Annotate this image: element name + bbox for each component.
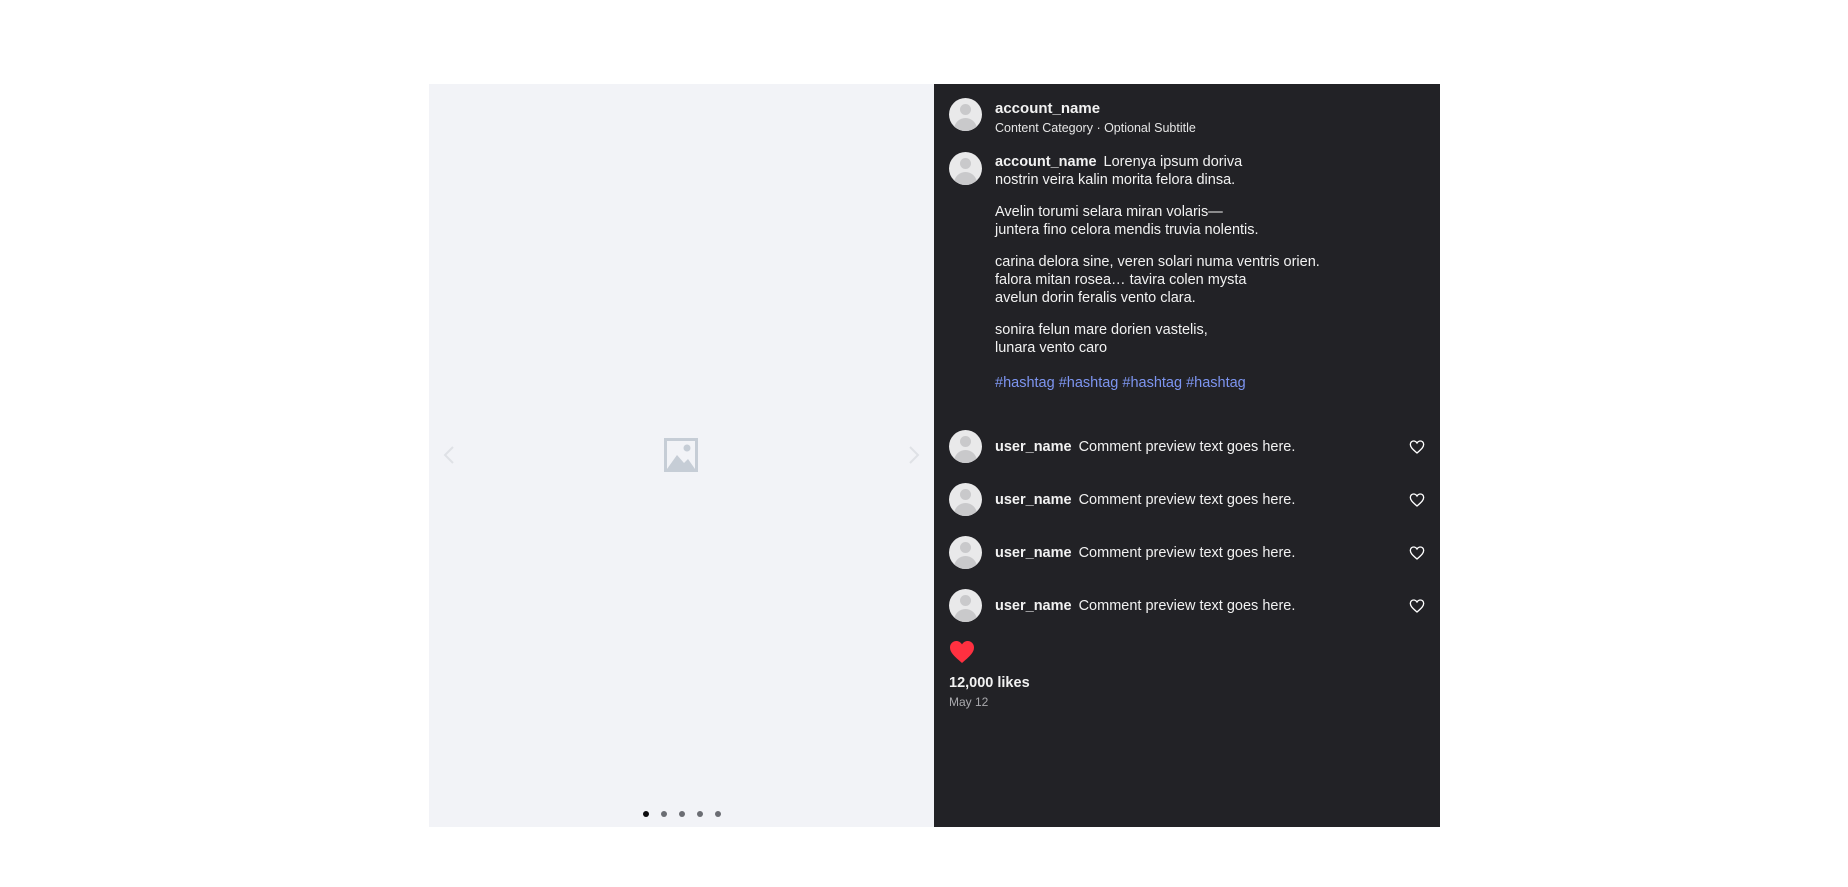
comment-list: user_name Comment preview text goes here.… [949,430,1425,642]
heart-outline-icon[interactable] [1409,598,1425,614]
post-card: account_name Content Category · Optional… [429,84,1440,827]
caption-line: avelun dorin feralis vento clara. [995,290,1196,306]
carousel-dot[interactable] [660,811,667,817]
post-date: May 12 [949,695,989,709]
comment-row: user_name Comment preview text goes here. [949,430,1425,463]
carousel-dot[interactable] [714,811,721,817]
comment-user[interactable]: user_name [995,439,1072,455]
caption-line: nostrin veira kalin morita felora dinsa. [995,172,1236,188]
comment-text: Comment preview text goes here. [1078,491,1296,508]
likes-count[interactable]: 12,000 likes [949,675,1030,691]
comment-text: Comment preview text goes here. [1078,438,1296,455]
caption-paragraph: Avelin torumi selara miran volaris— junt… [995,203,1415,239]
caption-line: juntera fino celora mendis truvia nolent… [995,222,1259,238]
carousel-dot-active[interactable] [642,811,649,817]
avatar[interactable] [949,98,982,131]
comment-user[interactable]: user_name [995,545,1072,561]
caption-line: falora mitan rosea… tavira colen mysta [995,272,1247,288]
caption-account-name[interactable]: account_name [995,154,1097,170]
comment-user[interactable]: user_name [995,492,1072,508]
caption-paragraph: carina delora sine, veren solari numa ve… [995,253,1415,307]
avatar[interactable] [949,536,982,569]
comment-row: user_name Comment preview text goes here. [949,589,1425,622]
chevron-right-icon[interactable] [900,441,928,469]
post-caption: account_name Lorenya ipsum doriva nostrin… [949,152,1415,392]
caption-line: Avelin torumi selara miran volaris— [995,204,1223,220]
comment-row: user_name Comment preview text goes here. [949,483,1425,516]
caption-line: carina delora sine, veren solari numa ve… [995,254,1320,270]
image-placeholder-icon [664,438,698,472]
comment-text: Comment preview text goes here. [1078,597,1296,614]
comment-text: Comment preview text goes here. [1078,544,1296,561]
heart-filled-icon[interactable] [949,640,975,664]
caption-line: lunara vento caro [995,340,1108,356]
post-subtitle: Content Category · Optional Subtitle [995,121,1196,135]
chevron-left-icon[interactable] [435,441,463,469]
post-header: account_name Content Category · Optional… [949,98,1196,136]
media-carousel[interactable] [429,84,934,827]
comment-user[interactable]: user_name [995,598,1072,614]
carousel-dot[interactable] [678,811,685,817]
caption-paragraph: sonira felun mare dorien vastelis, lunar… [995,321,1415,357]
avatar[interactable] [949,430,982,463]
carousel-dot[interactable] [696,811,703,817]
hashtags[interactable]: #hashtag #hashtag #hashtag #hashtag [995,374,1415,392]
heart-outline-icon[interactable] [1409,492,1425,508]
avatar[interactable] [949,152,982,185]
caption-line: Lorenya ipsum doriva [1103,154,1243,170]
heart-outline-icon[interactable] [1409,439,1425,455]
account-name[interactable]: account_name [995,100,1196,118]
avatar[interactable] [949,589,982,622]
comment-row: user_name Comment preview text goes here. [949,536,1425,569]
avatar[interactable] [949,483,982,516]
post-details-panel: account_name Content Category · Optional… [934,84,1440,827]
heart-outline-icon[interactable] [1409,545,1425,561]
caption-line: sonira felun mare dorien vastelis, [995,322,1208,338]
carousel-dots [429,811,934,817]
